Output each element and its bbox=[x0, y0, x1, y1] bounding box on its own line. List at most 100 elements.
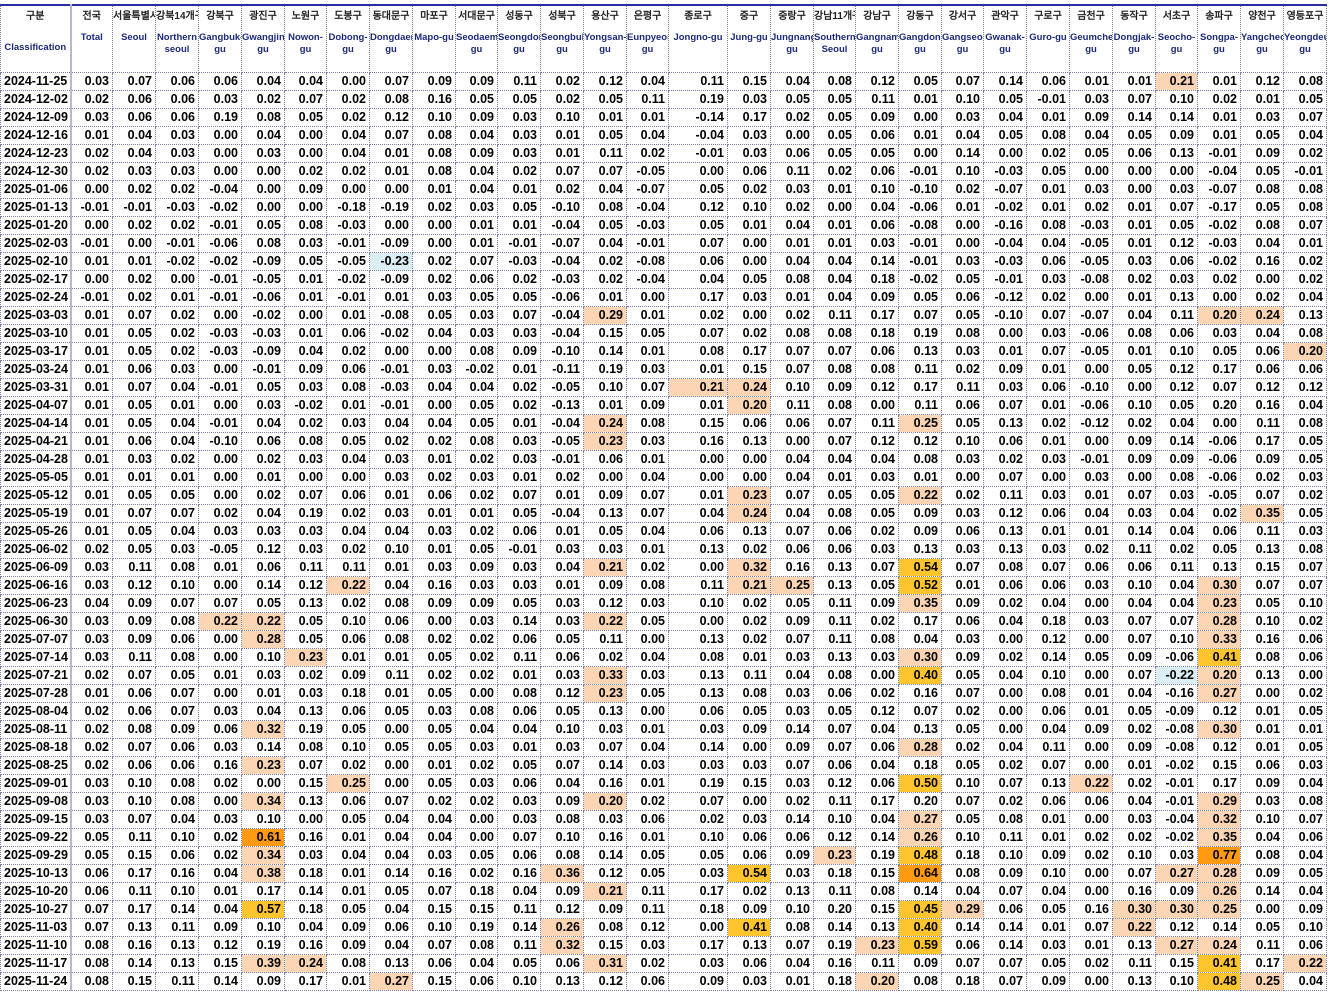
value-cell: 0.02 bbox=[1026, 414, 1070, 433]
price-change-table-container: 구분 Classification 전국 Total 서울특별시 Seoul 강북14개… bbox=[0, 4, 1327, 991]
value-cell: 0.00 bbox=[983, 630, 1027, 649]
value-cell: 0.04 bbox=[326, 126, 370, 145]
table-row: 2025-08-18 0.02 0.07 0.06 0.03 0.14 0.08 0.10 0.… bbox=[0, 738, 1327, 757]
value-cell: 0.07 bbox=[983, 396, 1027, 415]
header-seongdong-gu: 성동구Seongdong-gu bbox=[497, 4, 541, 73]
value-cell: -0.08 bbox=[1155, 720, 1198, 739]
value-cell: 0.02 bbox=[70, 738, 113, 757]
value-cell: 0.01 bbox=[770, 972, 814, 991]
value-cell: 0.05 bbox=[813, 126, 856, 145]
value-cell: 0.17 bbox=[112, 864, 156, 883]
value-cell: -0.01 bbox=[668, 144, 728, 163]
value-cell: 0.11 bbox=[1155, 306, 1198, 325]
value-cell: -0.02 bbox=[1197, 216, 1241, 235]
value-cell: 0.03 bbox=[941, 342, 984, 361]
value-cell: 0.05 bbox=[1155, 396, 1198, 415]
value-cell: 0.04 bbox=[155, 432, 199, 451]
value-cell: 0.03 bbox=[770, 648, 814, 667]
value-cell: 0.01 bbox=[1026, 198, 1070, 217]
value-cell: 0.02 bbox=[1283, 252, 1327, 271]
value-cell: 0.00 bbox=[284, 198, 327, 217]
value-cell: 0.03 bbox=[497, 126, 541, 145]
value-cell: 0.16 bbox=[412, 576, 456, 595]
value-cell: 0.14 bbox=[112, 954, 156, 973]
value-cell: 0.05 bbox=[813, 90, 856, 109]
value-cell: 0.06 bbox=[155, 756, 199, 775]
value-cell: 0.05 bbox=[326, 720, 370, 739]
value-cell: 0.03 bbox=[497, 144, 541, 163]
value-cell: 0.00 bbox=[1069, 162, 1113, 181]
value-cell: 0.02 bbox=[813, 162, 856, 181]
value-cell: 0.05 bbox=[497, 90, 541, 109]
value-cell: 0.05 bbox=[770, 90, 814, 109]
value-cell: 0.05 bbox=[497, 198, 541, 217]
value-cell: 0.09 bbox=[112, 594, 156, 613]
row-date: 2025-06-09 bbox=[0, 558, 72, 577]
value-cell: 0.23 bbox=[855, 936, 899, 955]
value-cell: 0.12 bbox=[855, 378, 899, 397]
value-cell: 0.02 bbox=[770, 198, 814, 217]
value-cell: -0.06 bbox=[198, 234, 242, 253]
header-dongdaemun-gu: 동대문구Dongdaemun-gu bbox=[369, 4, 413, 73]
value-cell: 0.15 bbox=[668, 414, 728, 433]
value-cell: 0.06 bbox=[112, 90, 156, 109]
value-cell: 0.01 bbox=[412, 756, 456, 775]
value-cell: 0.01 bbox=[497, 414, 541, 433]
value-cell: 0.01 bbox=[1112, 216, 1156, 235]
value-cell: 0.09 bbox=[770, 738, 814, 757]
value-cell: 0.04 bbox=[1240, 324, 1284, 343]
value-cell: 0.00 bbox=[727, 306, 771, 325]
value-cell: 0.06 bbox=[941, 396, 984, 415]
value-cell: 0.05 bbox=[455, 846, 498, 865]
value-cell: 0.11 bbox=[1112, 540, 1156, 559]
value-cell: 0.01 bbox=[284, 270, 327, 289]
value-cell: 0.08 bbox=[898, 450, 942, 469]
value-cell: 0.11 bbox=[941, 378, 984, 397]
value-cell: 0.01 bbox=[583, 288, 627, 307]
value-cell: 0.00 bbox=[455, 684, 498, 703]
value-cell: -0.01 bbox=[1026, 90, 1070, 109]
value-cell: 0.02 bbox=[583, 648, 627, 667]
value-cell: 0.02 bbox=[284, 666, 327, 685]
value-cell: -0.02 bbox=[455, 360, 498, 379]
value-cell: 0.08 bbox=[626, 576, 669, 595]
value-cell: 0.12 bbox=[369, 108, 413, 127]
value-cell: 0.11 bbox=[813, 612, 856, 631]
value-cell: 0.05 bbox=[626, 864, 669, 883]
value-cell: 0.05 bbox=[326, 810, 370, 829]
value-cell: 0.02 bbox=[326, 594, 370, 613]
header-en-label: Jungnang-gu bbox=[771, 32, 813, 55]
value-cell: 0.04 bbox=[369, 828, 413, 847]
value-cell: -0.07 bbox=[1069, 306, 1113, 325]
table-row: 2025-01-20 0.00 0.02 0.02 -0.01 0.05 0.08 -0.03… bbox=[0, 216, 1327, 235]
value-cell: 0.50 bbox=[898, 774, 942, 793]
value-cell: 0.17 bbox=[727, 108, 771, 127]
value-cell: -0.01 bbox=[540, 450, 584, 469]
value-cell: 0.08 bbox=[770, 270, 814, 289]
value-cell: 0.02 bbox=[1069, 954, 1113, 973]
value-cell: 0.14 bbox=[497, 612, 541, 631]
value-cell: 0.15 bbox=[1197, 756, 1241, 775]
value-cell: 0.03 bbox=[1026, 936, 1070, 955]
value-cell: 0.02 bbox=[497, 270, 541, 289]
value-cell: 0.01 bbox=[369, 558, 413, 577]
value-cell: 0.01 bbox=[1026, 396, 1070, 415]
value-cell: 0.00 bbox=[198, 468, 242, 487]
value-cell: 0.08 bbox=[941, 324, 984, 343]
value-cell: 0.23 bbox=[1197, 594, 1241, 613]
value-cell: 0.40 bbox=[898, 666, 942, 685]
value-cell: 0.04 bbox=[626, 738, 669, 757]
value-cell: 0.09 bbox=[1240, 144, 1284, 163]
value-cell: 0.04 bbox=[855, 756, 899, 775]
value-cell: 0.01 bbox=[70, 684, 113, 703]
value-cell: -0.04 bbox=[626, 270, 669, 289]
value-cell: -0.03 bbox=[241, 324, 285, 343]
value-cell: 0.00 bbox=[369, 180, 413, 199]
value-cell: 0.04 bbox=[583, 180, 627, 199]
value-cell: 0.32 bbox=[727, 558, 771, 577]
value-cell: 0.01 bbox=[1026, 432, 1070, 451]
value-cell: 0.03 bbox=[241, 144, 285, 163]
value-cell: 0.09 bbox=[1112, 738, 1156, 757]
value-cell: 0.10 bbox=[497, 972, 541, 991]
value-cell: 0.09 bbox=[326, 666, 370, 685]
